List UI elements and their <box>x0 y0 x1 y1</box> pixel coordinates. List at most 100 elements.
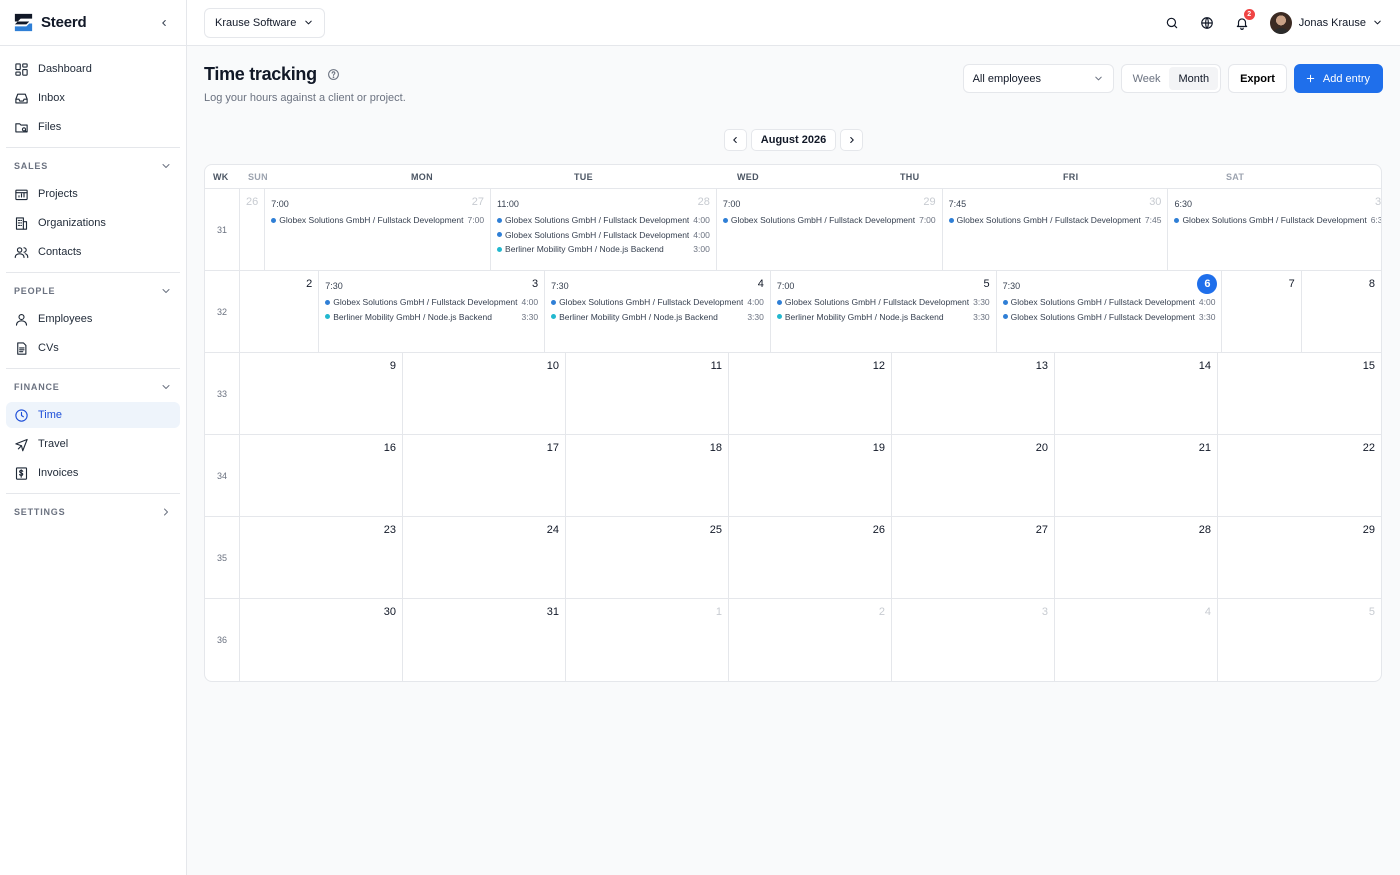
sidebar-item-contacts[interactable]: Contacts <box>6 239 180 265</box>
collapse-sidebar-button[interactable] <box>154 13 174 33</box>
time-entry[interactable]: Globex Solutions GmbH / Fullstack Develo… <box>1174 213 1381 228</box>
time-entry[interactable]: Berliner Mobility GmbH / Node.js Backend… <box>325 310 538 325</box>
day-cell[interactable]: 21 <box>1055 435 1218 516</box>
time-entry[interactable]: Globex Solutions GmbH / Fullstack Develo… <box>776 295 990 310</box>
time-entry[interactable]: Globex Solutions GmbH / Fullstack Develo… <box>1002 310 1215 325</box>
help-icon[interactable] <box>327 68 340 81</box>
sidebar-item-travel[interactable]: Travel <box>6 431 180 457</box>
day-number: 8 <box>1368 278 1375 290</box>
day-cell[interactable]: 18 <box>566 435 729 516</box>
day-cell[interactable]: 13 <box>892 353 1055 434</box>
add-entry-button[interactable]: Add entry <box>1293 64 1383 93</box>
day-cell[interactable]: 7:00 27 Globex Solutions GmbH / Fullstack … <box>265 189 492 270</box>
title-row: Time tracking <box>204 64 406 85</box>
day-number: 16 <box>383 442 396 454</box>
day-cell[interactable]: 17 <box>403 435 566 516</box>
time-entry[interactable]: Globex Solutions GmbH / Fullstack Develo… <box>1002 295 1215 310</box>
month-view-button[interactable]: Month <box>1169 67 1219 90</box>
day-cell[interactable]: 5 <box>1218 599 1381 681</box>
day-cell[interactable]: 1 <box>566 599 729 681</box>
sidebar-item-files[interactable]: Files <box>6 114 180 140</box>
day-cell[interactable]: 7:00 5 Globex Solutions GmbH / Fullstack D… <box>771 271 997 352</box>
time-entry[interactable]: Berliner Mobility GmbH / Node.js Backend… <box>551 310 764 325</box>
entry-list: Globex Solutions GmbH / Fullstack Develo… <box>948 213 1161 228</box>
day-cell[interactable]: 11:00 28 Globex Solutions GmbH / Fullstack… <box>491 189 717 270</box>
current-month-label[interactable]: August 2026 <box>750 129 837 151</box>
day-number: 10 <box>546 360 559 372</box>
day-cell[interactable]: 28 <box>1055 517 1218 598</box>
day-cell[interactable]: 20 <box>892 435 1055 516</box>
section-people[interactable]: PEOPLE <box>6 280 180 302</box>
time-entry[interactable]: Globex Solutions GmbH / Fullstack Develo… <box>271 213 484 228</box>
day-cell[interactable]: 11 <box>566 353 729 434</box>
section-sales[interactable]: SALES <box>6 155 180 177</box>
sidebar-item-projects[interactable]: Projects <box>6 181 180 207</box>
previous-month-button[interactable] <box>723 129 747 151</box>
notifications-button[interactable]: 2 <box>1232 8 1255 33</box>
day-cell[interactable]: 30 <box>240 599 403 681</box>
sidebar-item-inbox[interactable]: Inbox <box>6 85 180 111</box>
day-cell[interactable]: 26 <box>729 517 892 598</box>
day-cell[interactable]: 25 <box>566 517 729 598</box>
time-entry[interactable]: Globex Solutions GmbH / Fullstack Develo… <box>551 295 764 310</box>
language-button[interactable] <box>1197 13 1217 33</box>
week-view-button[interactable]: Week <box>1124 67 1170 90</box>
export-button[interactable]: Export <box>1228 64 1287 93</box>
day-cell[interactable]: 19 <box>729 435 892 516</box>
day-cell[interactable]: 4 <box>1055 599 1218 681</box>
week-number: 36 <box>205 599 240 681</box>
section-settings[interactable]: SETTINGS <box>6 501 180 523</box>
sidebar-item-employees[interactable]: Employees <box>6 306 180 332</box>
day-cell[interactable]: 24 <box>403 517 566 598</box>
day-cell[interactable]: 10 <box>403 353 566 434</box>
day-cell-header: 10 <box>409 359 559 373</box>
day-cell[interactable]: 7 <box>1222 271 1302 352</box>
time-entry[interactable]: Globex Solutions GmbH / Fullstack Develo… <box>325 295 538 310</box>
day-cell[interactable]: 23 <box>240 517 403 598</box>
sidebar-item-cvs[interactable]: CVs <box>6 335 180 361</box>
day-cell[interactable]: 22 <box>1218 435 1381 516</box>
chevron-right-icon <box>164 508 168 516</box>
plus-icon <box>1306 74 1315 83</box>
day-cell[interactable]: 14 <box>1055 353 1218 434</box>
day-cell[interactable]: 3 <box>892 599 1055 681</box>
day-cell[interactable]: 15 <box>1218 353 1381 434</box>
time-entry[interactable]: Globex Solutions GmbH / Fullstack Develo… <box>722 213 936 228</box>
organization-select[interactable]: Krause Software <box>204 7 326 38</box>
section-finance[interactable]: FINANCE <box>6 376 180 398</box>
day-cell[interactable]: 31 <box>403 599 566 681</box>
time-entry[interactable]: Globex Solutions GmbH / Fullstack Develo… <box>497 213 710 228</box>
day-number: 1 <box>715 606 722 618</box>
day-cell[interactable]: 7:30 3 Globex Solutions GmbH / Fullstack D… <box>319 271 546 352</box>
day-cell[interactable]: 6:30 31 Globex Solutions GmbH / Fullstack … <box>1168 189 1381 270</box>
next-month-button[interactable] <box>840 129 864 151</box>
day-cell[interactable]: 7:30 4 Globex Solutions GmbH / Fullstack D… <box>545 271 771 352</box>
day-cell[interactable]: 12 <box>729 353 892 434</box>
employee-filter-select[interactable]: All employees <box>962 64 1114 93</box>
day-cell[interactable]: 8 <box>1302 271 1381 352</box>
time-entry[interactable]: Berliner Mobility GmbH / Node.js Backend… <box>497 242 710 257</box>
entry-hours: 6:30 <box>1370 215 1381 226</box>
user-menu[interactable]: Jonas Krause <box>1269 11 1383 34</box>
day-cell[interactable]: 29 <box>1218 517 1381 598</box>
day-cell[interactable]: 2 <box>729 599 892 681</box>
sidebar-item-organizations[interactable]: Organizations <box>6 210 180 236</box>
day-cell[interactable]: 16 <box>240 435 403 516</box>
sidebar-item-dashboard[interactable]: Dashboard <box>6 56 180 82</box>
client-color-dot <box>776 299 782 305</box>
day-total-hours: 6:30 <box>1174 199 1192 209</box>
sidebar-item-time[interactable]: Time <box>6 402 180 428</box>
time-entry[interactable]: Globex Solutions GmbH / Fullstack Develo… <box>497 228 710 243</box>
day-cell[interactable]: 26 <box>240 189 266 270</box>
day-cell[interactable]: 7:45 30 Globex Solutions GmbH / Fullstack … <box>943 189 1169 270</box>
time-entry[interactable]: Globex Solutions GmbH / Fullstack Develo… <box>948 213 1161 228</box>
day-cell[interactable]: 27 <box>892 517 1055 598</box>
day-cell[interactable]: 7:00 29 Globex Solutions GmbH / Fullstack … <box>717 189 943 270</box>
day-number: 26 <box>246 196 259 208</box>
day-cell[interactable]: 2 <box>240 271 320 352</box>
sidebar-item-invoices[interactable]: Invoices <box>6 460 180 486</box>
day-cell[interactable]: 7:30 6 Globex Solutions GmbH / Fullstack D… <box>997 271 1223 352</box>
day-cell[interactable]: 9 <box>240 353 403 434</box>
search-button[interactable] <box>1162 13 1182 33</box>
time-entry[interactable]: Berliner Mobility GmbH / Node.js Backend… <box>776 310 990 325</box>
